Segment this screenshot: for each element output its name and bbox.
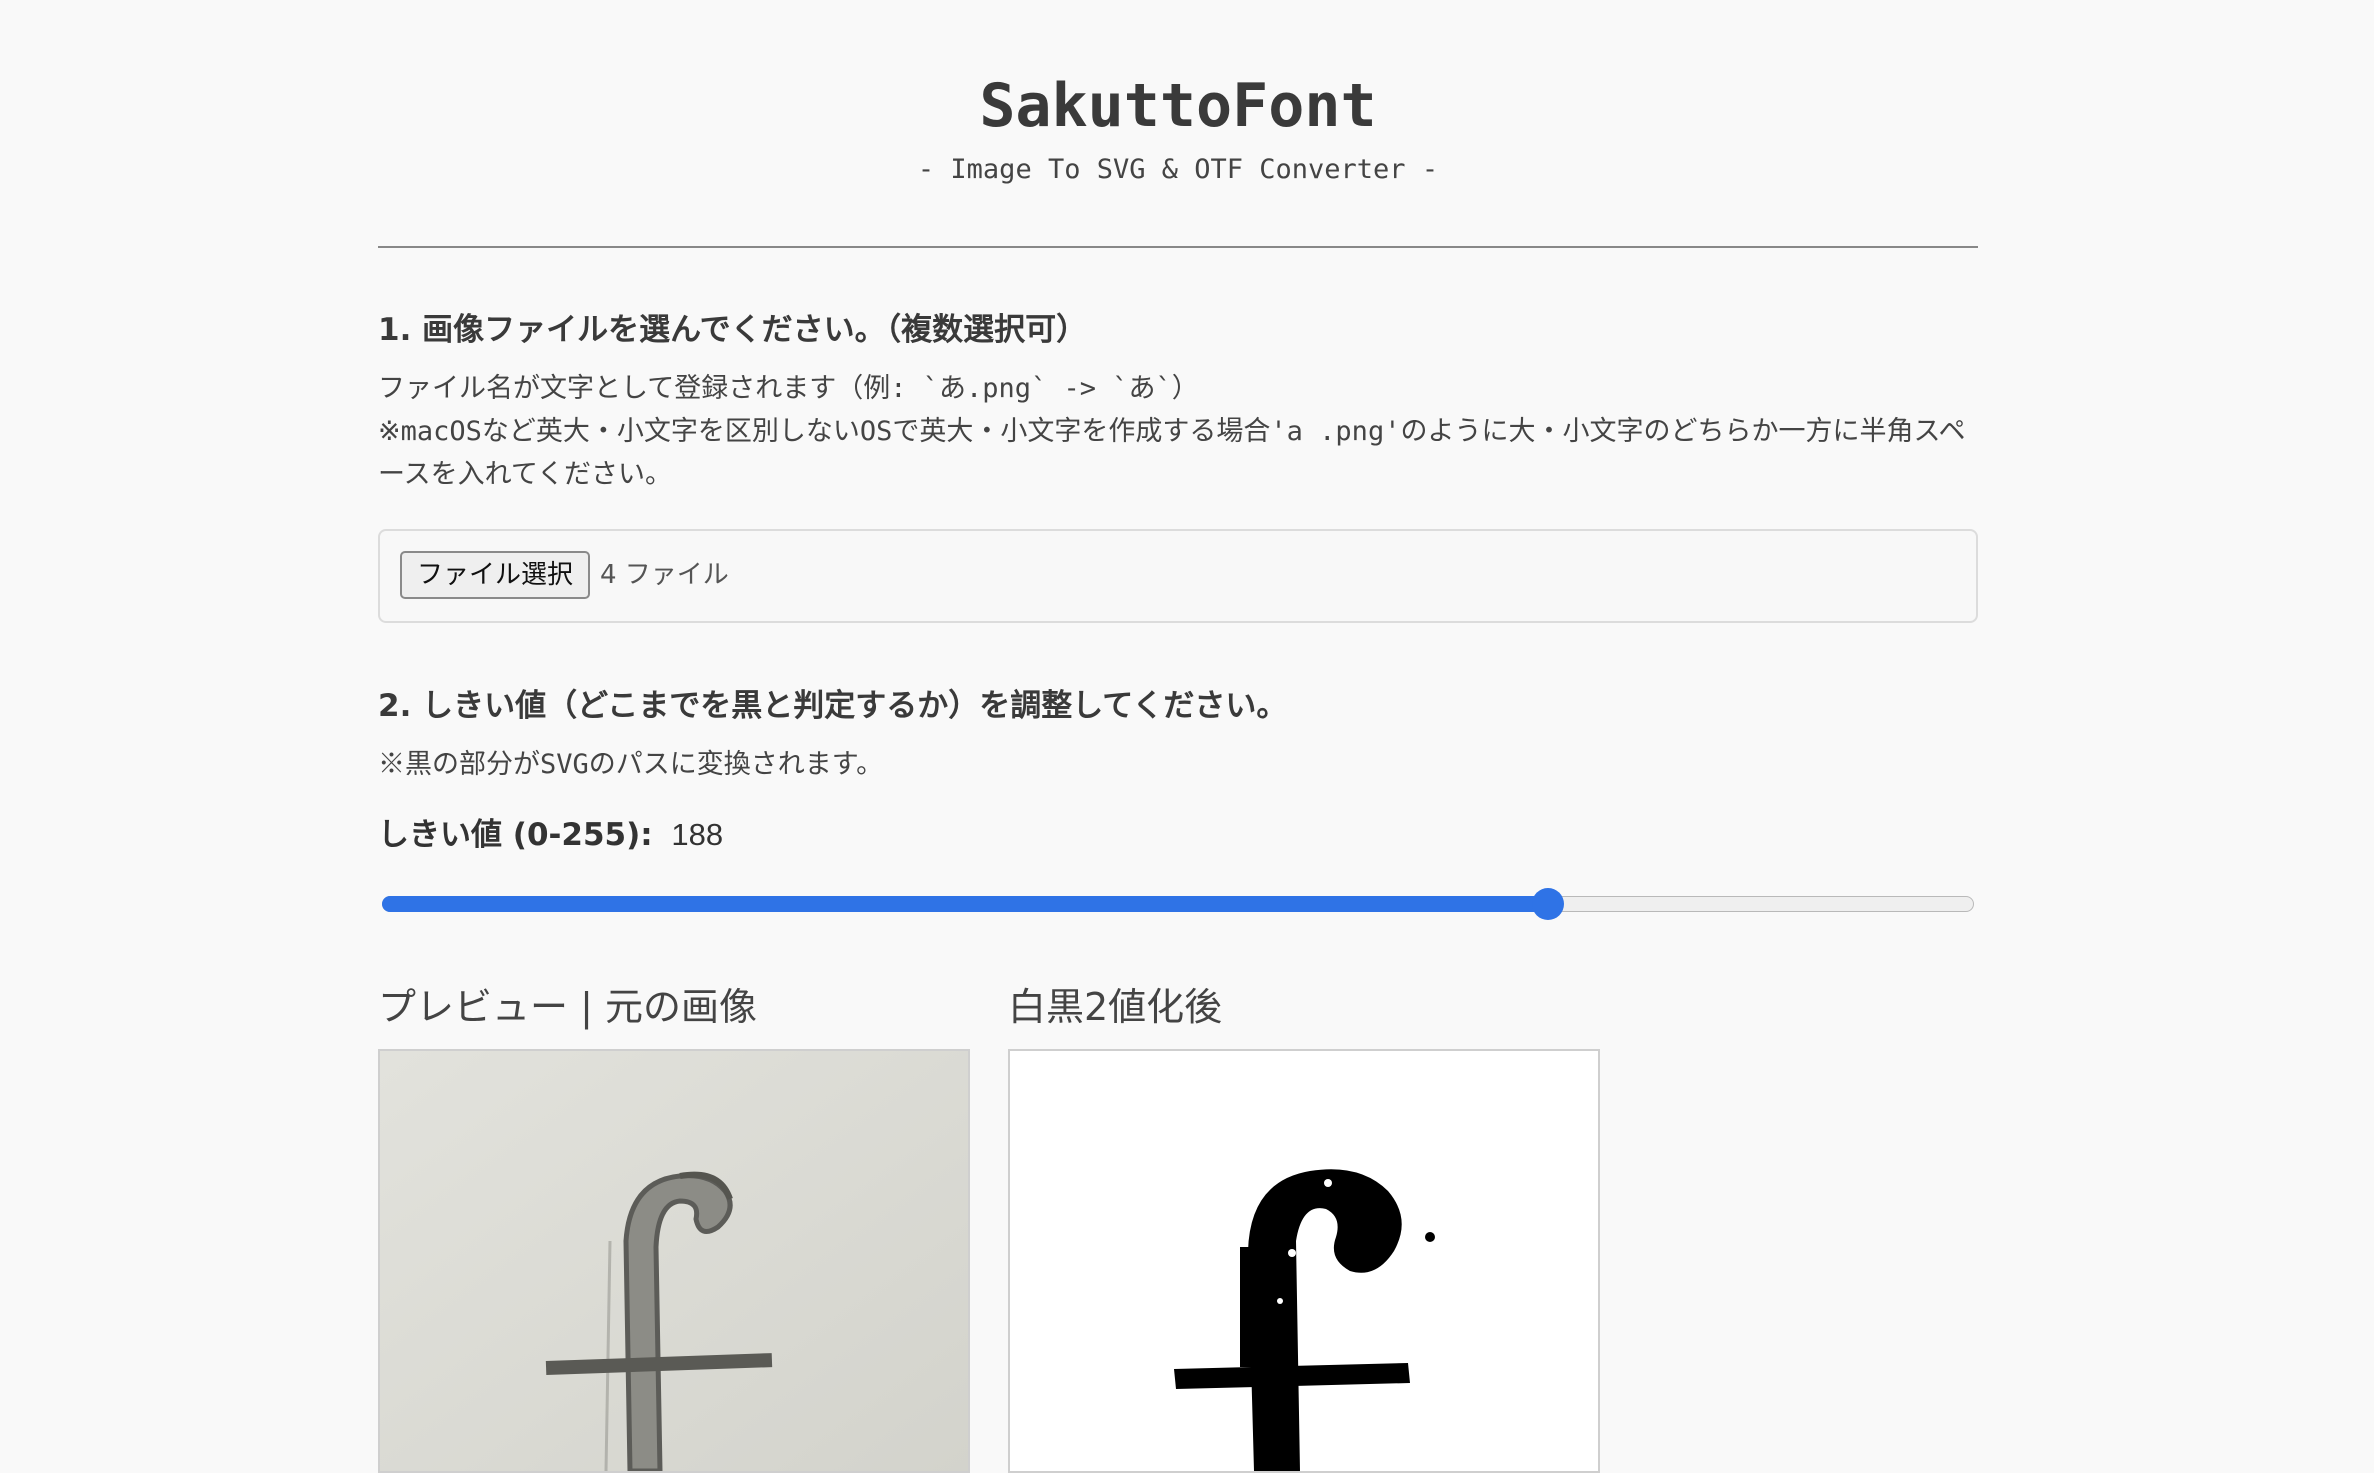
preview-binary-image [1008,1049,1600,1473]
file-input-box: ファイル選択 4 ファイル [378,529,1978,623]
step1-note-case: ※macOSなど英大・小文字を区別しないOSで英大・小文字を作成する場合'a .… [378,416,1966,490]
binarized-f-image-icon [1010,1051,1598,1471]
step1-description: ファイル名が文字として登録されます（例: `あ.png` -> `あ`） ※ma… [378,367,1978,496]
threshold-label-row: しきい値 (0-255): 188 [378,813,723,857]
step2-description: ※黒の部分がSVGのパスに変換されます。 [378,743,1978,786]
preview-original-title: プレビュー | 元の画像 [378,985,757,1029]
threshold-slider-thumb[interactable] [1532,888,1565,920]
preview-original-image [378,1049,970,1473]
header-divider [378,246,1978,248]
file-count-label: 4 ファイル [600,560,729,590]
step1-note-filename: ファイル名が文字として登録されます（例: `あ.png` -> `あ`） [378,373,1199,404]
app-title: SakuttoFont [979,71,1377,141]
handwritten-f-photo-icon [380,1051,968,1471]
main-container: SakuttoFont - Image To SVG & OTF Convert… [378,0,1978,1473]
step2-heading: 2. しきい値（どこまでを黒と判定するか）を調整してください。 [378,688,1288,724]
threshold-slider-fill [382,896,1549,912]
app-subtitle: - Image To SVG & OTF Converter - [917,154,1439,185]
file-select-button[interactable]: ファイル選択 [400,551,590,599]
threshold-value: 188 [671,817,724,852]
preview-binary-title: 白黒2値化後 [1008,985,1223,1029]
step2-note: ※黒の部分がSVGのパスに変換されます。 [378,749,884,780]
threshold-label: しきい値 (0-255): [378,817,653,853]
step1-heading: 1. 画像ファイルを選んでください。（複数選択可） [378,312,1088,348]
